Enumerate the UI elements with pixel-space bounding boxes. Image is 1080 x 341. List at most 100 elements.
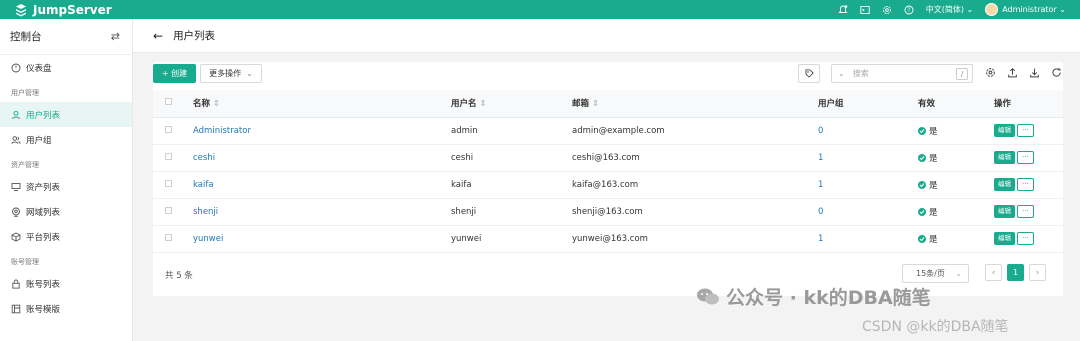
check-circle-icon bbox=[918, 126, 926, 135]
sidebar-item-domain-list[interactable]: 网域列表 bbox=[0, 199, 132, 224]
settings-gear-icon[interactable] bbox=[882, 5, 892, 15]
user-name-link[interactable]: ceshi bbox=[193, 153, 215, 163]
user-email: shenji@163.com bbox=[572, 206, 643, 217]
user-username: admin bbox=[451, 125, 478, 136]
back-arrow-icon[interactable]: ← bbox=[153, 29, 163, 43]
wechat-icon bbox=[697, 288, 719, 304]
user-group-count[interactable]: 1 bbox=[818, 180, 823, 190]
create-button[interactable]: + 创建 bbox=[153, 64, 196, 83]
globe-icon bbox=[12, 207, 20, 217]
sidebar-item-user-group[interactable]: 用户组 bbox=[0, 127, 132, 152]
switch-view-icon[interactable]: ⇄ bbox=[111, 30, 120, 43]
column-name[interactable]: 名称 bbox=[193, 99, 210, 109]
language-selector[interactable]: 中文(简体) ⌄ bbox=[926, 4, 974, 15]
terminal-icon[interactable] bbox=[860, 5, 870, 15]
table-toolbar: + 创建 更多操作 ⌄ ⌄ 搜索 / bbox=[153, 62, 1063, 88]
page-title: 用户列表 bbox=[173, 30, 216, 42]
column-email[interactable]: 邮箱 bbox=[572, 99, 589, 109]
sort-icon[interactable]: ⇕ bbox=[592, 99, 599, 109]
user-username: shenji bbox=[451, 206, 477, 217]
chevron-down-icon: ⌄ bbox=[246, 69, 253, 78]
page-header: ← 用户列表 bbox=[133, 19, 1080, 53]
user-email: ceshi@163.com bbox=[572, 152, 640, 163]
check-circle-icon bbox=[918, 234, 926, 243]
row-checkbox[interactable] bbox=[165, 179, 172, 187]
check-circle-icon bbox=[918, 153, 926, 162]
user-name-link[interactable]: yunwei bbox=[193, 234, 223, 244]
row-checkbox[interactable] bbox=[165, 233, 172, 241]
upload-icon[interactable] bbox=[1007, 67, 1018, 78]
check-circle-icon bbox=[918, 180, 926, 189]
next-page-button[interactable]: › bbox=[1029, 264, 1046, 281]
edit-button[interactable]: 编辑 bbox=[994, 151, 1015, 164]
table-row: Administrator admin admin@example.com 0 … bbox=[153, 117, 1063, 145]
user-menu[interactable]: Administrator ⌄ bbox=[985, 3, 1066, 16]
brand-name: JumpServer bbox=[33, 2, 112, 17]
column-username[interactable]: 用户名 bbox=[451, 99, 477, 109]
user-email: yunwei@163.com bbox=[572, 233, 648, 244]
select-all-checkbox[interactable] bbox=[165, 98, 172, 106]
sidebar-item-user-list[interactable]: 用户列表 bbox=[0, 102, 132, 127]
row-more-button[interactable]: ··· bbox=[1017, 205, 1034, 218]
sidebar-item-platform-list[interactable]: 平台列表 bbox=[0, 224, 132, 249]
table-row: shenji shenji shenji@163.com 0 是 编辑 ··· bbox=[153, 198, 1063, 226]
user-email: kaifa@163.com bbox=[572, 179, 639, 190]
sidebar-item-asset-list[interactable]: 资产列表 bbox=[0, 174, 132, 199]
sidebar-item-account-template[interactable]: 账号模版 bbox=[0, 296, 132, 321]
sort-icon[interactable]: ⇕ bbox=[479, 99, 486, 109]
help-icon[interactable]: ? bbox=[904, 5, 914, 15]
user-group-count[interactable]: 0 bbox=[818, 126, 823, 136]
row-more-button[interactable]: ··· bbox=[1017, 178, 1034, 191]
settings-gear-icon[interactable] bbox=[985, 67, 996, 78]
edit-button[interactable]: 编辑 bbox=[994, 124, 1015, 137]
user-username: yunwei bbox=[451, 233, 482, 244]
user-group-count[interactable]: 1 bbox=[818, 234, 823, 244]
chevron-down-icon: ⌄ bbox=[838, 69, 845, 78]
refresh-icon[interactable] bbox=[1051, 67, 1062, 78]
page-size-select[interactable]: 15条/页 ⌄ bbox=[902, 264, 969, 283]
sidebar-item-account-list[interactable]: 账号列表 bbox=[0, 271, 132, 296]
edit-button[interactable]: 编辑 bbox=[994, 178, 1015, 191]
chevron-down-icon: ⌄ bbox=[955, 269, 962, 278]
user-name-link[interactable]: shenji bbox=[193, 207, 218, 217]
row-checkbox[interactable] bbox=[165, 125, 172, 133]
dashboard-icon bbox=[11, 63, 21, 72]
table-header-row: 名称 ⇕ 用户名 ⇕ 邮箱 ⇕ 用户组 有效 操作 bbox=[153, 90, 1063, 118]
sidebar-header: 控制台 ⇄ bbox=[0, 19, 132, 55]
user-group-count[interactable]: 1 bbox=[818, 153, 823, 163]
user-email: admin@example.com bbox=[572, 125, 665, 136]
row-checkbox[interactable] bbox=[165, 206, 172, 214]
brand-logo[interactable]: JumpServer bbox=[14, 3, 112, 17]
sort-icon[interactable]: ⇕ bbox=[213, 99, 220, 109]
search-input[interactable]: ⌄ 搜索 / bbox=[831, 64, 973, 83]
user-name-link[interactable]: Administrator bbox=[193, 126, 251, 136]
chevron-down-icon: ⌄ bbox=[1059, 5, 1066, 14]
valid-status: 是 bbox=[918, 179, 938, 191]
edit-button[interactable]: 编辑 bbox=[994, 232, 1015, 245]
sidebar-section-account-mgmt: 账号管理 bbox=[11, 258, 39, 266]
user-username: kaifa bbox=[451, 179, 472, 190]
download-icon[interactable] bbox=[1029, 67, 1040, 78]
edit-button[interactable]: 编辑 bbox=[994, 205, 1015, 218]
tag-icon bbox=[804, 69, 814, 78]
row-more-button[interactable]: ··· bbox=[1017, 124, 1034, 137]
sidebar-section-asset-mgmt: 资产管理 bbox=[11, 161, 39, 169]
more-actions-button[interactable]: 更多操作 ⌄ bbox=[200, 64, 262, 83]
row-more-button[interactable]: ··· bbox=[1017, 151, 1034, 164]
jumpserver-logo-icon bbox=[16, 3, 26, 16]
label-filter-button[interactable] bbox=[798, 64, 820, 83]
valid-status: 是 bbox=[918, 206, 938, 218]
bell-icon[interactable] bbox=[838, 4, 848, 15]
user-username: ceshi bbox=[451, 152, 474, 163]
row-more-button[interactable]: ··· bbox=[1017, 232, 1034, 245]
page-1-button[interactable]: 1 bbox=[1007, 264, 1024, 281]
valid-status: 是 bbox=[918, 152, 938, 164]
prev-page-button[interactable]: ‹ bbox=[985, 264, 1002, 281]
row-checkbox[interactable] bbox=[165, 152, 172, 160]
user-name-link[interactable]: kaifa bbox=[193, 180, 214, 190]
valid-status: 是 bbox=[918, 233, 938, 245]
sidebar-section-user-mgmt: 用户管理 bbox=[11, 89, 39, 97]
column-groups: 用户组 bbox=[818, 99, 844, 110]
user-group-count[interactable]: 0 bbox=[818, 207, 823, 217]
sidebar-item-dashboard[interactable]: 仪表盘 bbox=[0, 55, 132, 80]
